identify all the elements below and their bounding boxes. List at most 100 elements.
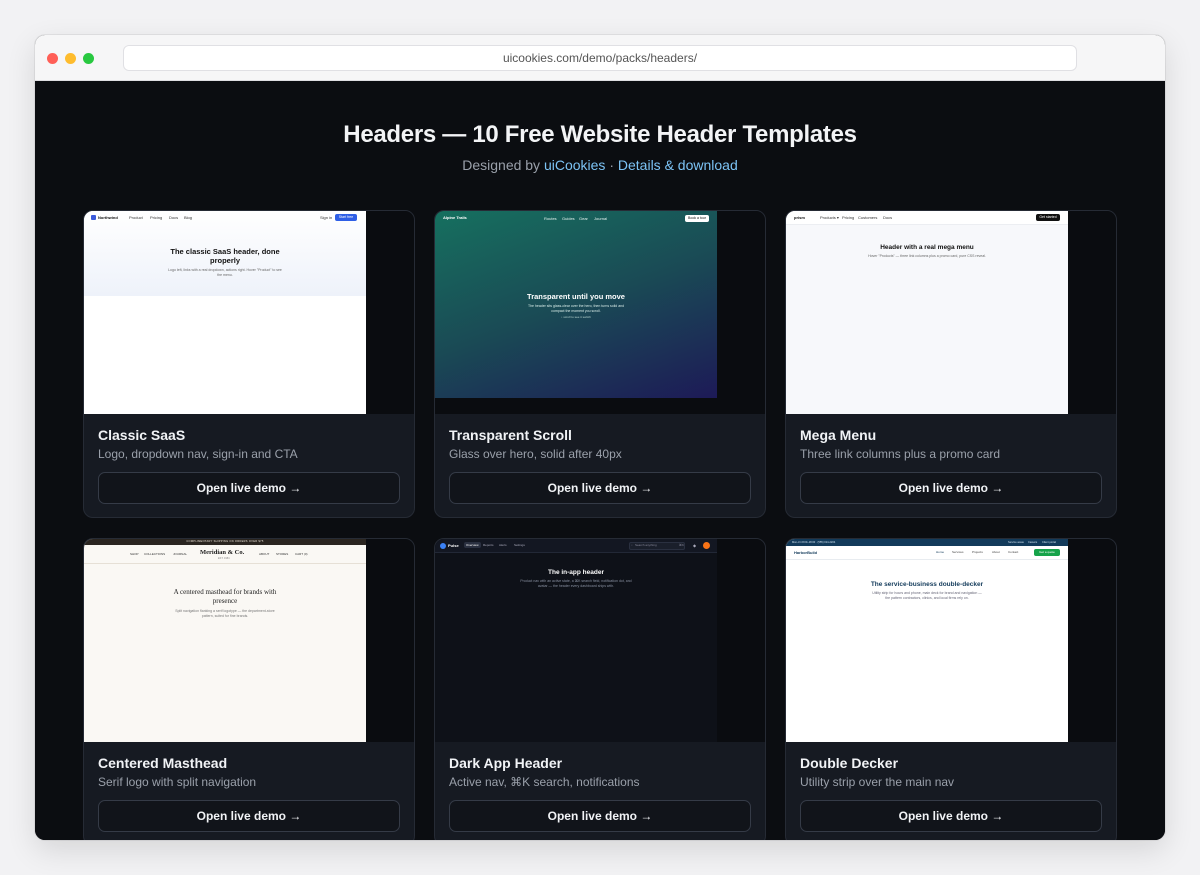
template-card-mega-menu: prism Products ▾ Pricing Customers Docs …	[785, 210, 1117, 518]
open-live-demo-button[interactable]: Open live demo →	[800, 472, 1102, 504]
preview-cta: Book a tour	[685, 215, 709, 222]
preview-logo: HarborBuild	[794, 550, 818, 555]
preview-search: Search anything	[635, 543, 657, 547]
card-description: Three link columns plus a promo card	[800, 447, 1001, 461]
preview-body: Hover "Products" — three link columns pl…	[868, 254, 986, 258]
preview-nav-item-active: Home	[936, 550, 945, 554]
preview-nav-item: Services	[952, 550, 964, 554]
logo-icon	[440, 543, 446, 549]
preview-body: Logo left, links with a real dropdown, a…	[168, 268, 282, 277]
open-live-demo-button[interactable]: Open live demo →	[449, 472, 751, 504]
page-subtitle: Designed by uiCookies · Details & downlo…	[35, 157, 1165, 173]
page-title: Headers — 10 Free Website Header Templat…	[343, 121, 857, 148]
open-live-demo-button[interactable]: Open live demo →	[98, 472, 400, 504]
template-card-double-decker: Mon–Fri 8:00–18:00 · (555) 014-2204 Serv…	[785, 538, 1117, 840]
card-title: Classic SaaS	[98, 427, 186, 443]
preview-headline: The service-business double-decker	[870, 581, 984, 588]
preview-nav-item: COLLECTIONS	[144, 552, 166, 556]
preview-nav-item: Alerts	[499, 543, 507, 547]
preview-screenshot: Mon–Fri 8:00–18:00 · (555) 014-2204 Serv…	[786, 539, 1068, 742]
preview-nav-item: STORES	[276, 552, 289, 556]
open-live-demo-button[interactable]: Open live demo →	[98, 800, 400, 832]
preview-nav-item: Projects	[972, 550, 983, 554]
address-bar[interactable]: uicookies.com/demo/packs/headers/	[123, 45, 1077, 71]
preview-nav-item: Contact	[1008, 550, 1019, 554]
preview-nav-item: Docs	[883, 215, 893, 220]
template-preview[interactable]: COMPLIMENTARY SHIPPING ON ORDERS OVER $7…	[84, 539, 414, 742]
preview-cta: Start free	[335, 214, 357, 221]
preview-cta: Get a quote	[1034, 549, 1060, 556]
preview-nav-item: Pricing	[842, 215, 855, 220]
preview-logo: Alpine Trails	[443, 215, 467, 220]
preview-nav-item: Journal	[594, 216, 608, 221]
preview-screenshot: Northwind Product Pricing Docs Blog Sign…	[84, 211, 366, 414]
preview-logo: Meridian & Co.	[200, 549, 245, 556]
designed-by-label: Designed by	[462, 157, 541, 173]
preview-logo: Northwind	[98, 215, 118, 220]
preview-tagline: EST. 1984	[218, 557, 230, 560]
browser-window: uicookies.com/demo/packs/headers/ Header…	[35, 35, 1165, 840]
card-title: Transparent Scroll	[449, 427, 572, 443]
preview-nav-item-active: Overview	[464, 542, 481, 548]
preview-screenshot: prism Products ▾ Pricing Customers Docs …	[786, 211, 1068, 414]
bell-icon: ◆	[693, 542, 697, 548]
template-card-classic-saas: Northwind Product Pricing Docs Blog Sign…	[83, 210, 415, 518]
preview-nav-item: SHOP	[130, 552, 139, 556]
preview-nav-item: Guides	[562, 216, 575, 221]
template-preview[interactable]: Northwind Product Pricing Docs Blog Sign…	[84, 211, 414, 414]
preview-strip-link: Service areas	[1008, 540, 1024, 544]
preview-nav-item: Routes	[544, 216, 557, 221]
card-description: Serif logo with split navigation	[98, 775, 257, 789]
subtitle-separator: ·	[609, 157, 614, 173]
preview-signin: Sign in	[320, 215, 333, 220]
details-download-link[interactable]: Details & download	[618, 157, 738, 173]
maximize-window-icon[interactable]	[83, 53, 94, 64]
template-card-dark-app-header: Pulse Overview Reports Alerts Settings ⌕…	[434, 538, 766, 840]
open-live-demo-button[interactable]: Open live demo →	[449, 800, 751, 832]
preview-nav-item: Docs	[169, 215, 179, 220]
preview-kbd: ⌘K	[679, 543, 685, 547]
logo-icon	[91, 215, 96, 220]
preview-strip-link: Careers	[1028, 540, 1038, 544]
template-preview[interactable]: Alpine Trails Routes Guides Gear Journal…	[435, 211, 765, 414]
card-title: Double Decker	[800, 755, 899, 771]
preview-nav-item: Gear	[579, 216, 588, 221]
template-preview[interactable]: prism Products ▾ Pricing Customers Docs …	[786, 211, 1116, 414]
preview-logo: prism	[794, 215, 805, 220]
template-card-centered-masthead: COMPLIMENTARY SHIPPING ON ORDERS OVER $7…	[83, 538, 415, 840]
page-content: Headers — 10 Free Website Header Templat…	[35, 81, 1165, 840]
author-link[interactable]: uiCookies	[544, 157, 605, 173]
card-title: Centered Masthead	[98, 755, 228, 771]
preview-nav-item: Reports	[483, 543, 494, 547]
card-title: Mega Menu	[800, 427, 877, 443]
card-description: Glass over hero, solid after 40px	[449, 447, 622, 461]
preview-headline: The classic SaaS header, done properly	[170, 247, 280, 265]
preview-nav-item: Blog	[184, 215, 193, 220]
preview-strip-left: Mon–Fri 8:00–18:00 · (555) 014-2204	[792, 540, 836, 544]
preview-nav-item: CART (0)	[295, 552, 308, 556]
card-description: Logo, dropdown nav, sign-in and CTA	[98, 447, 298, 461]
template-preview[interactable]: Mon–Fri 8:00–18:00 · (555) 014-2204 Serv…	[786, 539, 1116, 742]
template-preview[interactable]: Pulse Overview Reports Alerts Settings ⌕…	[435, 539, 765, 742]
browser-chrome: uicookies.com/demo/packs/headers/	[35, 35, 1165, 81]
preview-nav-item: Customers	[858, 215, 878, 220]
preview-headline: Transparent until you move	[527, 292, 625, 301]
template-card-transparent-scroll: Alpine Trails Routes Guides Gear Journal…	[434, 210, 766, 518]
preview-screenshot: Alpine Trails Routes Guides Gear Journal…	[435, 211, 717, 398]
preview-nav-item: Pricing	[150, 215, 163, 220]
preview-cta: Get started	[1036, 214, 1060, 221]
avatar	[703, 542, 710, 549]
preview-strip-link: Client portal	[1042, 540, 1056, 544]
preview-nav-item: ABOUT	[259, 552, 270, 556]
preview-nav-item: About	[992, 550, 1000, 554]
preview-body: The header sits glass-clear over the her…	[527, 304, 625, 313]
card-title: Dark App Header	[449, 755, 563, 771]
card-description: Active nav, ⌘K search, notifications	[449, 775, 640, 789]
preview-logo: Pulse	[448, 543, 459, 548]
preview-body: Utility strip for hours and phone, main …	[872, 591, 982, 600]
preview-nav-item: JOURNAL	[173, 552, 188, 556]
open-live-demo-button[interactable]: Open live demo →	[800, 800, 1102, 832]
minimize-window-icon[interactable]	[65, 53, 76, 64]
close-window-icon[interactable]	[47, 53, 58, 64]
preview-body: Split navigation flanking a serif logoty…	[175, 609, 275, 618]
